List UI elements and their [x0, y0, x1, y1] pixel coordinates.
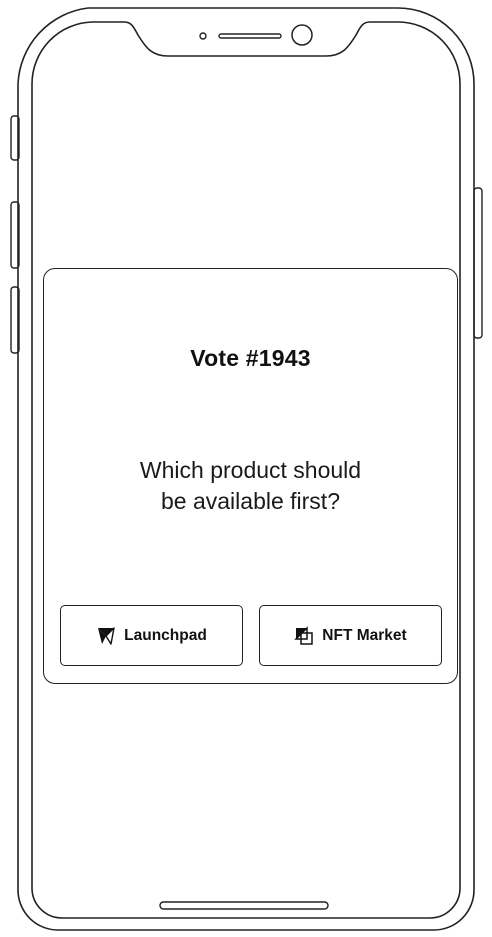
nft-market-option-label: NFT Market [322, 626, 407, 644]
vote-title: Vote #1943 [190, 345, 311, 371]
vote-question-line-1: Which product should [139, 457, 362, 483]
sensor-dot [199, 32, 207, 40]
speaker-grille [218, 33, 282, 39]
front-camera [291, 24, 313, 46]
launchpad-option-label: Launchpad [124, 626, 207, 644]
vote-question: Which product should be available first? [64, 455, 437, 517]
side-button-power [473, 187, 483, 339]
vote-question-line-2: be available first? [161, 488, 340, 514]
vote-card: Vote #1943 Which product should be avail… [43, 268, 458, 684]
rocket-launch-icon [96, 626, 116, 646]
nft-market-icon [294, 625, 314, 646]
launchpad-option-button[interactable]: Launchpad [60, 605, 243, 666]
nft-market-option-button[interactable]: NFT Market [259, 605, 442, 666]
home-indicator [159, 901, 329, 910]
